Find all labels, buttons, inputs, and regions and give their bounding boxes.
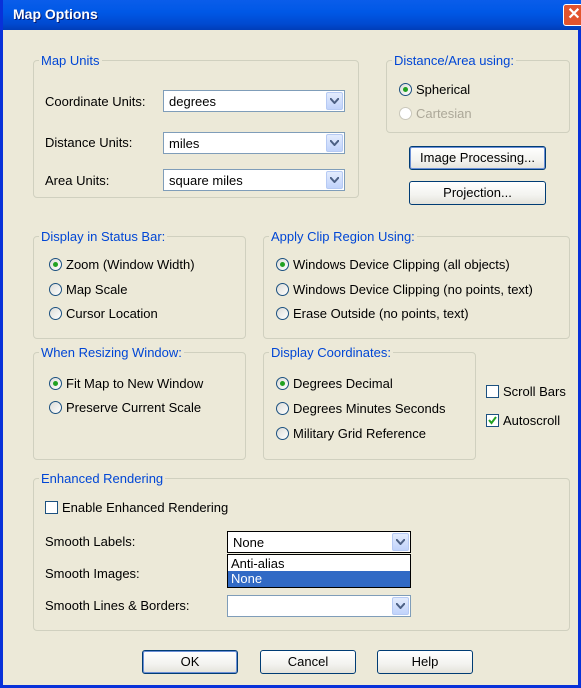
close-icon: ✕ bbox=[567, 6, 581, 23]
status-bar-legend: Display in Status Bar: bbox=[41, 229, 166, 244]
chevron-down-icon bbox=[326, 92, 343, 110]
close-button[interactable]: ✕ bbox=[563, 4, 581, 26]
status-bar-group: Display in Status Bar: bbox=[33, 229, 246, 339]
distance-units-select[interactable]: miles bbox=[163, 132, 345, 154]
dropdown-option-none[interactable]: None bbox=[228, 571, 410, 587]
checkmark-icon bbox=[488, 416, 497, 425]
smooth-labels-label: Smooth Labels: bbox=[45, 534, 136, 549]
area-units-select[interactable]: square miles bbox=[163, 169, 345, 191]
clip-region-legend: Apply Clip Region Using: bbox=[271, 229, 415, 244]
title-bar[interactable]: Map Options ✕ bbox=[3, 0, 581, 30]
chevron-down-icon bbox=[326, 134, 343, 152]
area-units-label: Area Units: bbox=[45, 173, 110, 188]
projection-button[interactable]: Projection... bbox=[409, 181, 546, 205]
distance-area-group: Distance/Area using: bbox=[386, 53, 570, 133]
smooth-lines-select[interactable] bbox=[227, 595, 411, 617]
dialog-title: Map Options bbox=[13, 6, 98, 22]
coordinate-units-select[interactable]: degrees bbox=[163, 90, 345, 112]
distance-units-label: Distance Units: bbox=[45, 135, 133, 150]
map-units-legend: Map Units bbox=[41, 53, 100, 68]
resizing-legend: When Resizing Window: bbox=[41, 345, 182, 360]
chevron-down-icon bbox=[326, 171, 343, 189]
dropdown-option-anti-alias[interactable]: Anti-alias bbox=[228, 556, 410, 572]
smooth-lines-label: Smooth Lines & Borders: bbox=[45, 598, 190, 613]
ok-button[interactable]: OK bbox=[142, 650, 238, 674]
image-processing-button[interactable]: Image Processing... bbox=[409, 146, 546, 170]
smooth-images-label: Smooth Images: bbox=[45, 566, 140, 581]
coordinate-units-label: Coordinate Units: bbox=[45, 94, 146, 109]
cancel-button[interactable]: Cancel bbox=[260, 650, 356, 674]
enhanced-rendering-legend: Enhanced Rendering bbox=[41, 471, 164, 486]
distance-area-legend: Distance/Area using: bbox=[394, 53, 514, 68]
map-options-dialog: Map Options ✕ Map Units Coordinate Units… bbox=[0, 0, 581, 688]
chevron-down-icon bbox=[392, 597, 409, 615]
smooth-labels-dropdown-list: Anti-alias None bbox=[227, 554, 411, 588]
help-button[interactable]: Help bbox=[377, 650, 473, 674]
coordinates-legend: Display Coordinates: bbox=[271, 345, 391, 360]
chevron-down-icon bbox=[392, 533, 409, 551]
smooth-labels-select[interactable]: None bbox=[227, 531, 411, 553]
